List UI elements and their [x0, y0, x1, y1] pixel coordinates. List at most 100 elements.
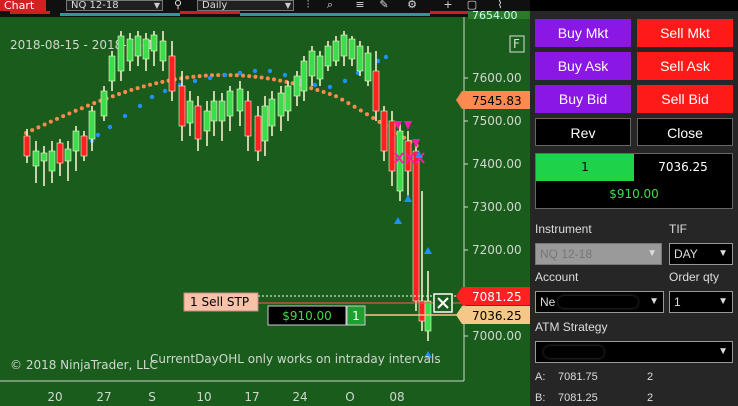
account-select[interactable]: Ne ▼ — [535, 291, 664, 313]
ma-dot — [272, 77, 276, 82]
ma-dot — [216, 73, 221, 78]
ma-dot — [228, 73, 233, 78]
candle-body — [88, 110, 96, 140]
period-selector[interactable]: Daily ▼ — [197, 0, 294, 11]
candle-body — [364, 52, 372, 82]
ask-size: 2 — [647, 371, 654, 383]
candle-body — [332, 40, 340, 62]
psar-dot — [383, 54, 389, 60]
crosshair-icon[interactable]: + — [440, 0, 456, 11]
ma-dot — [265, 76, 270, 81]
candle-body — [372, 70, 380, 112]
drawing-tools-icon[interactable]: ✎ — [376, 0, 392, 11]
ma-dot — [55, 116, 59, 121]
account-label: Account — [535, 270, 579, 284]
top-strip-segment — [240, 13, 430, 16]
candle-body — [218, 100, 226, 122]
buy-market-button[interactable]: Buy Mkt — [535, 19, 631, 47]
candle-body — [293, 75, 301, 97]
redacted-account — [558, 296, 638, 308]
candle-body — [72, 130, 80, 152]
candle-body — [236, 88, 244, 112]
price-axis-label: 7500.00 — [472, 114, 522, 128]
sell-stop-order-text: 1 Sell STP — [190, 295, 249, 309]
atm-strategy-select[interactable]: ▼ — [535, 341, 733, 363]
zoom-icon[interactable]: ⌕ — [322, 0, 338, 11]
candle-body — [277, 92, 285, 117]
tif-label: TIF — [669, 222, 687, 236]
psar-dot — [207, 75, 213, 81]
chevron-down-icon: ▼ — [649, 296, 659, 307]
price-axis-label: 7400.00 — [472, 157, 522, 171]
candle-body — [388, 120, 396, 172]
tif-select[interactable]: DAY ▼ — [669, 243, 733, 265]
instrument-selector-value: NQ 12-18 — [71, 0, 119, 11]
data-box-icon[interactable]: ▢ — [464, 0, 480, 11]
redacted-atm-strategy — [544, 346, 604, 358]
date-axis-label: 17 — [244, 390, 259, 404]
date-axis[interactable]: 20 27 S 10 17 24 O 08 — [47, 390, 404, 404]
ma-dot — [117, 92, 121, 97]
candle-body — [340, 34, 348, 57]
ma-dot — [154, 81, 159, 86]
buy-bid-button[interactable]: Buy Bid — [535, 85, 631, 113]
candle-body — [32, 150, 40, 167]
ma-dot — [191, 74, 196, 79]
ma-dot — [315, 88, 320, 93]
ma-dot — [358, 108, 363, 113]
chart-toolbar: Chart NQ 12-18 ▼ ⚲ Daily ▼ ⫶ ⌕ ≡ ✎ ⚙ + ▢ ⌇ — [0, 0, 530, 11]
top-tick-label: 7654.00 — [472, 11, 518, 22]
ma-dot — [86, 103, 90, 108]
ma-dot — [352, 104, 357, 109]
f-button-label: F — [513, 37, 520, 51]
chart-trader-panel: Buy Mkt Sell Mkt Buy Ask Sell Ask Buy Bi… — [530, 11, 738, 406]
candle-body — [424, 300, 432, 332]
indicators-icon[interactable]: ⌇ — [492, 0, 508, 11]
position-qty-value: 1 — [352, 309, 360, 323]
search-icon[interactable]: ⚲ — [170, 0, 186, 11]
sell-ask-button[interactable]: Sell Ask — [637, 52, 733, 80]
candle-body — [48, 150, 56, 172]
candle-body — [226, 90, 234, 117]
sell-marker-icon — [412, 139, 420, 148]
candle-body — [56, 142, 64, 164]
ma-dot — [247, 74, 252, 79]
sell-market-button[interactable]: Sell Mkt — [637, 19, 733, 47]
order-qty-stepper[interactable]: 1 ▼ — [669, 291, 733, 313]
tif-select-value: DAY — [674, 247, 698, 261]
date-axis-label: 24 — [292, 390, 307, 404]
price-axis-label: 7300.00 — [472, 200, 522, 214]
bid-size: 2 — [647, 392, 654, 404]
strategies-icon[interactable]: ⚙ — [404, 0, 420, 11]
ma-dot — [92, 101, 97, 106]
date-axis-label: 08 — [389, 390, 404, 404]
close-button[interactable]: Close — [637, 118, 733, 146]
price-chart[interactable]: 7654.00 2018-08-15 - 2018-10-1 7600.00 75… — [0, 11, 530, 406]
ma-dot — [110, 94, 115, 99]
psar-dot — [107, 124, 113, 130]
instrument-selector[interactable]: NQ 12-18 ▼ — [66, 0, 163, 11]
chevron-down-icon: ▼ — [718, 296, 728, 307]
ma-dot — [73, 108, 78, 113]
candle-body — [100, 90, 108, 117]
ma-dot — [278, 78, 283, 83]
reverse-button[interactable]: Rev — [535, 118, 631, 146]
candle-body — [64, 148, 72, 162]
indicator-message: CurrentDayOHL only works on intraday int… — [150, 352, 441, 366]
date-axis-label: 10 — [196, 390, 211, 404]
candle-body — [40, 152, 48, 162]
chart-tab[interactable]: Chart — [0, 0, 46, 11]
date-axis-label: 20 — [47, 390, 62, 404]
sell-bid-button[interactable]: Sell Bid — [637, 85, 733, 113]
ma-dot — [148, 82, 152, 87]
bar-style-icon[interactable]: ⫶ — [300, 0, 316, 11]
ma-dot — [30, 128, 35, 133]
chart-canvas[interactable]: 7654.00 2018-08-15 - 2018-10-1 7600.0075… — [0, 11, 530, 406]
candle-body — [142, 38, 150, 60]
candle-body — [308, 50, 316, 77]
ma-dot — [42, 122, 47, 127]
position-avg-price: 7036.25 — [658, 160, 708, 174]
ma-dot — [340, 97, 345, 102]
properties-icon[interactable]: ≡ — [352, 0, 368, 11]
buy-ask-button[interactable]: Buy Ask — [535, 52, 631, 80]
